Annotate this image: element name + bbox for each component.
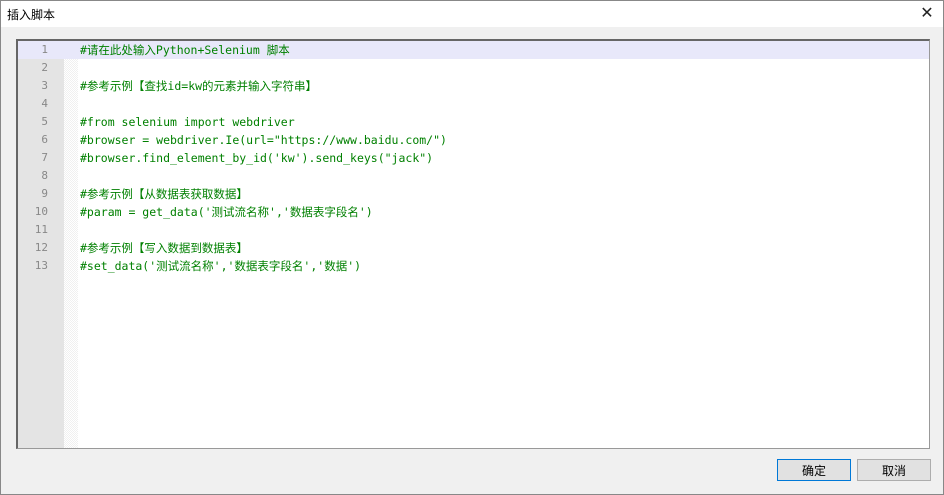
line-number: 10 (34, 205, 48, 218)
code-line[interactable]: 12 #参考示例【写入数据到数据表】 (18, 239, 929, 257)
code-line[interactable]: 5 #from selenium import webdriver (18, 113, 929, 131)
code-text: #param = get_data('测试流名称','数据表字段名') (80, 205, 373, 219)
line-number: 12 (34, 241, 48, 254)
line-number: 1 (41, 43, 48, 56)
line-number: 7 (41, 151, 48, 164)
code-line[interactable]: 2 (18, 59, 929, 77)
code-line[interactable]: 1 #请在此处输入Python+Selenium 脚本 (18, 41, 929, 59)
line-number: 9 (41, 187, 48, 200)
ok-button[interactable]: 确定 (777, 459, 851, 481)
code-line[interactable]: 7 #browser.find_element_by_id('kw').send_… (18, 149, 929, 167)
close-icon[interactable]: ✕ (916, 3, 938, 23)
line-number: 5 (41, 115, 48, 128)
line-number: 6 (41, 133, 48, 146)
title-bar: 插入脚本 ✕ (1, 1, 943, 27)
code-text: #参考示例【写入数据到数据表】 (80, 241, 248, 255)
line-number: 4 (41, 97, 48, 110)
script-editor[interactable]: 1 #请在此处输入Python+Selenium 脚本 2 3 #参考示例【查找id=k… (16, 39, 930, 449)
code-line[interactable]: 10 #param = get_data('测试流名称','数据表字段名') (18, 203, 929, 221)
code-line[interactable]: 8 (18, 167, 929, 185)
code-text: #请在此处输入Python+Selenium 脚本 (80, 43, 290, 57)
line-number: 11 (34, 223, 48, 236)
code-line[interactable]: 6 #browser = webdriver.Ie(url="https://ww… (18, 131, 929, 149)
code-line[interactable]: 11 (18, 221, 929, 239)
cancel-button[interactable]: 取消 (857, 459, 931, 481)
code-text: #from selenium import webdriver (80, 115, 295, 129)
code-line[interactable]: 9 #参考示例【从数据表获取数据】 (18, 185, 929, 203)
code-text: #参考示例【查找id=kw的元素并输入字符串】 (80, 79, 318, 93)
line-number: 13 (34, 259, 48, 272)
code-text: #browser = webdriver.Ie(url="https://www… (80, 133, 447, 147)
line-number: 3 (41, 79, 48, 92)
line-number: 2 (41, 61, 48, 74)
code-line[interactable]: 13 #set_data('测试流名称','数据表字段名','数据') (18, 257, 929, 275)
line-number: 8 (41, 169, 48, 182)
code-text: #browser.find_element_by_id('kw').send_k… (80, 151, 434, 165)
code-text: #set_data('测试流名称','数据表字段名','数据') (80, 259, 362, 273)
code-text: #参考示例【从数据表获取数据】 (80, 187, 248, 201)
window-title: 插入脚本 (7, 8, 56, 22)
code-line[interactable]: 4 (18, 95, 929, 113)
code-line[interactable]: 3 #参考示例【查找id=kw的元素并输入字符串】 (18, 77, 929, 95)
